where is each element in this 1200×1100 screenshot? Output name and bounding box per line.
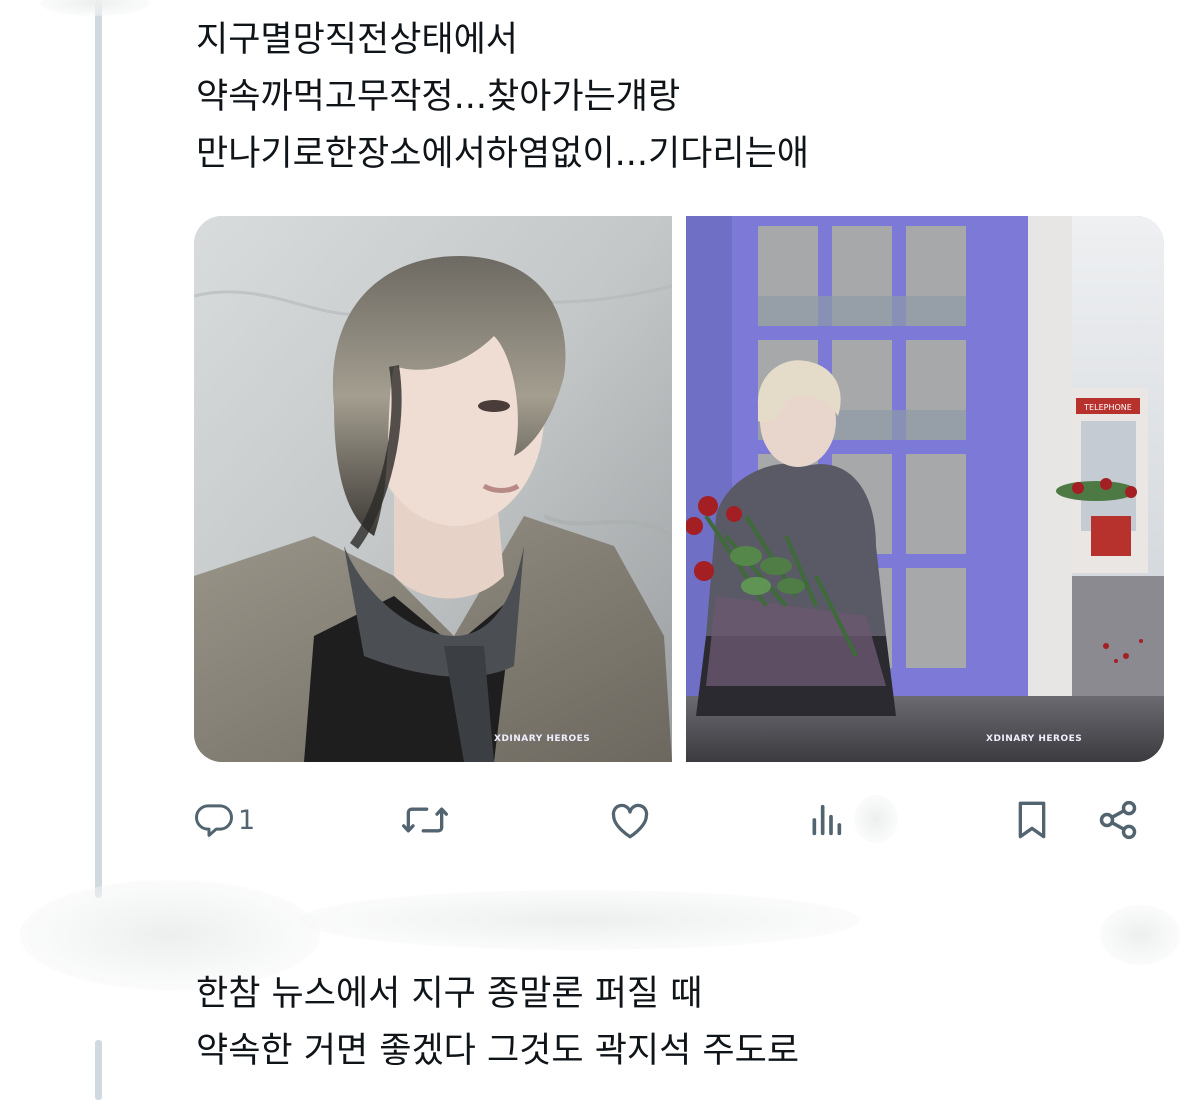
photo-right[interactable]: TELEPHONE XDINARY HEROES	[686, 216, 1164, 762]
retweet-button[interactable]	[399, 795, 451, 845]
watermark-text: XDINARY HEROES	[986, 734, 1083, 744]
reply-text: 한참 뉴스에서 지구 종말론 퍼질 때 약속한 거면 좋겠다 그것도 곽지석 주…	[196, 966, 799, 1080]
blurred-area	[854, 795, 898, 843]
watermark-text: XDINARY HEROES	[494, 734, 591, 744]
views-button[interactable]	[806, 795, 846, 845]
booth-sign: TELEPHONE	[1083, 403, 1132, 412]
tweet-line: 약속까먹고무작정...찾아가는걔랑	[196, 77, 681, 117]
reply-line: 약속한 거면 좋겠다 그것도 곽지석 주도로	[196, 1031, 800, 1071]
like-icon	[607, 800, 653, 840]
bookmark-icon	[1012, 798, 1052, 842]
photo-left[interactable]: XDINARY HEROES	[194, 216, 672, 762]
tweet-text: 지구멸망직전상태에서 약속까먹고무작정...찾아가는걔랑 만나기로한장소에서하염…	[196, 12, 809, 183]
blurred-area	[40, 0, 150, 16]
blurred-area	[1100, 905, 1180, 965]
tweet-media[interactable]: XDINARY HEROES TELEPHONE XDINARY HEROES	[194, 216, 1164, 762]
tweet-line: 지구멸망직전상태에서	[196, 20, 519, 60]
reply-count: 1	[238, 804, 256, 836]
tweet-line: 만나기로한장소에서하염없이...기다리는애	[196, 134, 809, 174]
thread-line	[95, 0, 102, 898]
share-icon	[1096, 798, 1140, 842]
views-icon	[806, 800, 846, 840]
reply-icon	[194, 800, 234, 840]
reply-line: 한참 뉴스에서 지구 종말론 퍼질 때	[196, 974, 703, 1014]
retweet-icon	[399, 800, 451, 840]
blurred-area	[300, 890, 860, 950]
door-scene-illustration: TELEPHONE	[686, 216, 1164, 762]
bookmark-button[interactable]	[1012, 795, 1052, 845]
share-button[interactable]	[1096, 795, 1140, 845]
thread-line	[95, 1040, 102, 1100]
reply-button[interactable]: 1	[194, 795, 255, 845]
like-button[interactable]	[607, 795, 653, 845]
portrait-illustration	[194, 216, 672, 762]
tweet-action-bar: 1	[194, 795, 1154, 845]
